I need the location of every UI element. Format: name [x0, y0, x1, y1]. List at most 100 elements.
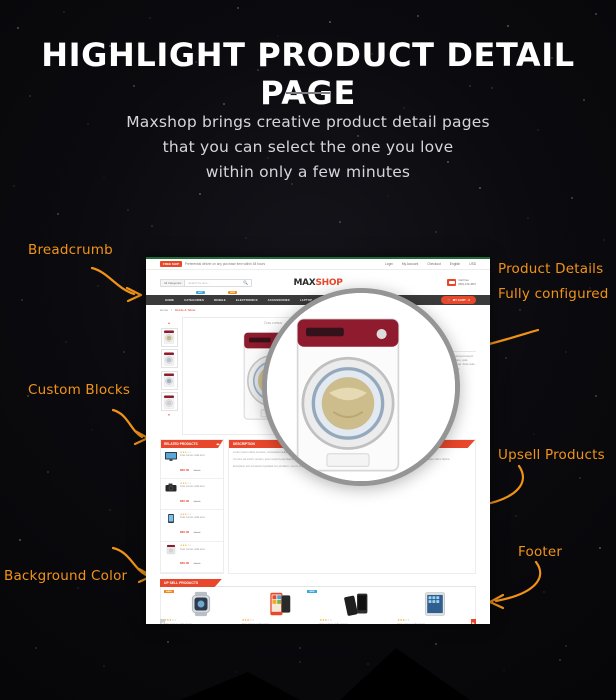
main-navigation[interactable]: HOT NEW HOME CATEGORIES MOBILE ELECTRONI… [146, 291, 490, 305]
arrow-footer [494, 560, 542, 603]
facebook-like-button[interactable]: f Like [372, 402, 385, 409]
upsell-prev-button[interactable]: ◀ [160, 619, 165, 624]
tweet-button[interactable]: 🐦 Tweet [397, 402, 415, 409]
upsell-image-box [320, 590, 395, 618]
smartphone-icon [167, 513, 174, 523]
upsell-heading: UP SELL PRODUCTS [160, 578, 222, 588]
list-item[interactable]: ★★★★★ Cras cursus nulla arcu $60.00 $75.… [161, 542, 223, 573]
list-item[interactable]: ★★★★★ Cras cursus nulla arcum $88.00 $95… [397, 590, 472, 624]
search-bar[interactable]: All Categories Search for item... 🔍 [160, 278, 252, 287]
related-product-old-price: $75.00 [193, 532, 201, 535]
hotline-number: (800) 123-4567 [458, 282, 476, 286]
nav-item-about-us[interactable]: ABOUT US [317, 298, 343, 302]
nav-tag-new: NEW [228, 291, 238, 294]
list-item[interactable]: ★★★★★ Cras cursus nulla arcu $60.00 $75.… [161, 448, 223, 480]
quantity-label: QTY: [372, 391, 380, 396]
star-rating-icon: ★★★★★ [164, 618, 177, 623]
product-thumbnail[interactable] [160, 370, 178, 390]
twitter-icon: 🐦 [400, 404, 404, 407]
list-item[interactable]: NEW ★★★★★ Cras cursus nulla arcum [242, 590, 317, 624]
arrow-breadcrumb [90, 266, 136, 296]
review-count[interactable]: 1 Review [393, 329, 405, 333]
topbar-link-currency[interactable]: USD [469, 262, 476, 266]
product-main-image[interactable]: Cras cursus [182, 317, 364, 435]
nav-item-blog[interactable]: BLOG [343, 298, 362, 302]
upsell-next-button[interactable]: ▶ [471, 619, 476, 624]
topbar-link-language[interactable]: English [450, 262, 460, 266]
related-products-heading: RELATED PRODUCTS ◀▶ [161, 440, 223, 448]
upsell-product-name: Cras cursus nulla arcum [242, 623, 317, 624]
breadcrumb-home[interactable]: Home [160, 308, 168, 312]
nav-item-home[interactable]: HOME [160, 298, 179, 302]
breadcrumb-separator: / [171, 307, 172, 312]
zoom-icon[interactable] [353, 424, 359, 430]
description-paragraph: Ut enim ad minim veniam, quis nostrud ex… [233, 457, 451, 461]
search-category-select[interactable]: All Categories [161, 279, 186, 286]
list-item[interactable]: ★★★★★ Cras cursus nulla arcum $83.00 $95… [320, 590, 395, 624]
search-icon[interactable]: 🔍 [243, 280, 251, 285]
quantity-and-cart: QTY: 1 🛒 ADD TO CART [372, 388, 476, 398]
star-rating-icon: ★★★★★ [180, 481, 192, 485]
thumbs-prev-icon[interactable]: ▲ [168, 322, 171, 325]
quantity-stepper[interactable] [395, 389, 399, 398]
hotline-block: Call Free (800) 123-4567 [447, 279, 476, 286]
page-title: HIGHLIGHT PRODUCT DETAIL PAGE [41, 36, 575, 112]
upsell-carousel[interactable]: ◀ SALE ★★★★★ Cras cursus nulla arcum [160, 587, 476, 624]
product-thumbnail-list[interactable]: ▲ ▼ [160, 317, 178, 435]
related-and-description-row: RELATED PRODUCTS ◀▶ ★★★★★ Cras cursus nu… [146, 435, 490, 574]
nav-item-accessories[interactable]: ACCESSORIES [263, 298, 295, 302]
new-badge: NEW [307, 590, 317, 594]
nav-item-laptop[interactable]: LAPTOP [295, 298, 317, 302]
add-to-cart-button[interactable]: 🛒 ADD TO CART [401, 388, 440, 398]
list-item[interactable]: ★★★★★ Cras cursus nulla arcu $60.00 $75.… [161, 510, 223, 542]
product-thumbnail[interactable] [160, 392, 178, 411]
nav-item-categories[interactable]: CATEGORIES [179, 298, 209, 302]
upsell-image-box [397, 590, 472, 618]
monitor-icon [164, 451, 177, 461]
star-rating-icon: ★★★★★ [241, 618, 255, 623]
product-rating[interactable]: ★★★★★ 1 Review [372, 328, 476, 333]
cart-button[interactable]: 🛒 MY CART - 0 [441, 295, 476, 305]
price-block: $80.00 $95.00 [372, 376, 476, 385]
topbar-link-checkout[interactable]: Checkout [427, 262, 440, 266]
red-phone-icon [270, 592, 291, 616]
washing-machine-image [243, 332, 303, 420]
product-detail-section: ▲ ▼ Cras cursus Cras cursus ★★★★★ 1 Revi… [146, 314, 490, 435]
related-product-old-price: $75.00 [193, 500, 201, 503]
search-input[interactable]: Search for item... [185, 281, 243, 285]
upsell-image-box: SALE [164, 590, 239, 618]
related-carousel-nav[interactable]: ◀▶ [216, 443, 220, 446]
list-item-meta: ★★★★★ Cras cursus nulla arcu $60.00 $75.… [180, 513, 221, 538]
site-logo[interactable]: MAXSHOP [293, 278, 342, 288]
list-item[interactable]: ★★★★★ Cras cursus nulla arcu $60.00 $75.… [161, 479, 223, 511]
annotation-label-fully-configured: Fully configured [498, 286, 609, 302]
product-price: $80.00 [372, 375, 399, 385]
product-thumbnail[interactable] [160, 349, 178, 368]
related-products-block: RELATED PRODUCTS ◀▶ ★★★★★ Cras cursus nu… [160, 439, 224, 574]
list-item-meta: ★★★★★ Cras cursus nulla arcu $60.00 $75.… [180, 482, 221, 507]
topbar-links: Login My Account Checkout English USD [385, 262, 476, 266]
annotation-label-product-details: Product Details [498, 261, 604, 277]
website-screenshot-card[interactable]: FREE SHIP Preferential deliver on any pu… [146, 257, 490, 624]
thumbs-next-icon[interactable]: ▼ [168, 413, 171, 417]
quantity-input[interactable]: 1 [382, 389, 393, 398]
nav-tag-hot: HOT [196, 291, 205, 294]
related-product-name: Cras cursus nulla arcu [180, 547, 205, 551]
related-product-old-price: $75.00 [193, 469, 201, 472]
description-body: Lorem ipsum dolor sit amet, consectetur … [229, 448, 475, 475]
tweet-label: Tweet [404, 404, 412, 407]
arrow-custom-blocks [111, 408, 144, 439]
related-product-old-price: $75.00 [193, 563, 201, 566]
phone-icon [447, 279, 457, 286]
topbar-link-my-account[interactable]: My Account [402, 262, 418, 266]
related-product-price: $60.00 [180, 561, 190, 566]
nav-item-electronics[interactable]: ELECTRONICS [231, 298, 263, 302]
social-share-row[interactable]: f Like 0 🐦 Tweet 0 [372, 401, 476, 410]
nav-item-mobile[interactable]: MOBILE [209, 298, 231, 302]
list-item-meta: ★★★★★ Cras cursus nulla arcu $60.00 $75.… [180, 451, 221, 476]
list-item[interactable]: SALE ★★★★★ Cras cursus nulla arcum $86.0… [164, 590, 239, 624]
cart-icon: 🛒 [447, 298, 451, 302]
topbar-link-login[interactable]: Login [385, 262, 393, 266]
product-thumbnail[interactable] [160, 327, 178, 347]
quick-overview-rule [372, 350, 476, 352]
